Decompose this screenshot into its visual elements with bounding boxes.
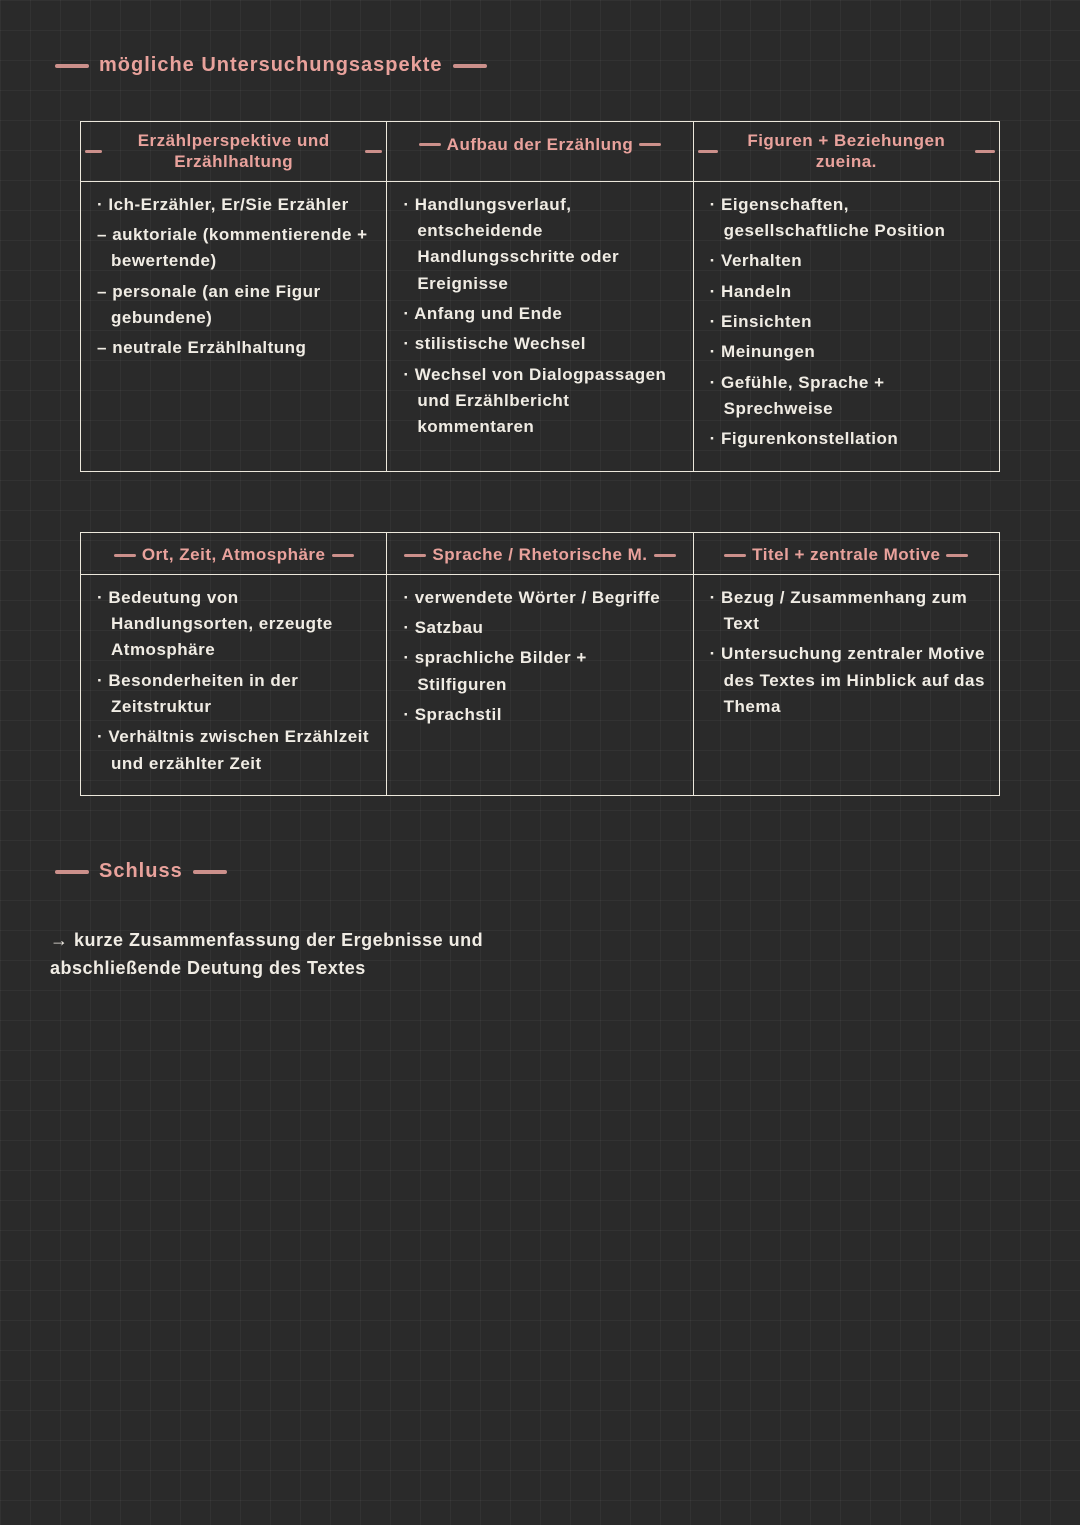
list-item: Handlungsverlauf, entscheidende Handlung…	[403, 192, 680, 297]
t1-header-3: Figuren + Beziehungen zueina.	[693, 122, 999, 182]
t2-cell-1: Bedeutung von Handlungsorten, erzeugte A…	[81, 574, 387, 795]
list-item: Anfang und Ende	[403, 301, 680, 327]
t2-header-3: Titel + zentrale Motive	[693, 532, 999, 574]
list-item: Bezug / Zusammenhang zum Text	[710, 585, 987, 638]
list-item: verwendete Wörter / Begriffe	[403, 585, 680, 611]
list-item: Verhalten	[710, 248, 987, 274]
t2-header-1-text: Ort, Zeit, Atmosphäre	[142, 544, 326, 565]
t1-cell-1: Ich-Erzähler, Er/Sie Erzähler auktoriale…	[81, 181, 387, 471]
decor-bar-right	[193, 870, 227, 874]
decor-bar-left	[55, 64, 89, 68]
section-heading: mögliche Untersuchungsaspekte	[55, 50, 1040, 81]
list-item: Untersuchung zentraler Motive des Textes…	[710, 641, 987, 720]
list-item: Besonderheiten in der Zeitstruktur	[97, 668, 374, 721]
t2-cell-2: verwendete Wörter / Begriffe Satzbau spr…	[387, 574, 693, 795]
t1-cell-2: Handlungsverlauf, entscheidende Handlung…	[387, 181, 693, 471]
list-item: Gefühle, Sprache + Sprechweise	[710, 370, 987, 423]
list-item: Ich-Erzähler, Er/Sie Erzähler	[97, 192, 374, 218]
list-item: stilistische Wechsel	[403, 331, 680, 357]
list-item: Meinungen	[710, 339, 987, 365]
decor-bar-right	[453, 64, 487, 68]
decor-bar-left	[55, 870, 89, 874]
list-item: Sprachstil	[403, 702, 680, 728]
list-item: auktoriale (kommentierende + bewertende)	[97, 222, 374, 275]
list-item: Bedeutung von Handlungsorten, erzeugte A…	[97, 585, 374, 664]
t1-header-1-text: Erzählperspektive und Erzählhaltung	[108, 130, 358, 173]
list-item: personale (an eine Figur gebundene)	[97, 279, 374, 332]
schluss-heading-text: Schluss	[99, 856, 183, 887]
t1-header-2-text: Aufbau der Erzählung	[447, 134, 634, 155]
schluss-heading: Schluss	[55, 856, 1040, 887]
list-item: Handeln	[710, 279, 987, 305]
summary-text: → kurze Zusammenfassung der Ergebnisse u…	[50, 927, 610, 983]
list-item: Satzbau	[403, 615, 680, 641]
t2-header-2: Sprache / Rhetorische M.	[387, 532, 693, 574]
t2-cell-3: Bezug / Zusammenhang zum Text Untersuchu…	[693, 574, 999, 795]
t1-header-2: Aufbau der Erzählung	[387, 122, 693, 182]
list-item: Einsichten	[710, 309, 987, 335]
list-item: Wechsel von Dialogpassagen und Erzählber…	[403, 362, 680, 441]
t1-cell-3: Eigenschaften, gesellschaftliche Positio…	[693, 181, 999, 471]
list-item: Figurenkonstellation	[710, 426, 987, 452]
t2-header-3-text: Titel + zentrale Motive	[752, 544, 940, 565]
list-item: Verhältnis zwischen Erzählzeit und erzäh…	[97, 724, 374, 777]
list-item: sprachliche Bilder + Stilfiguren	[403, 645, 680, 698]
list-item: Eigenschaften, gesellschaftliche Positio…	[710, 192, 987, 245]
list-item: neutrale Erzählhaltung	[97, 335, 374, 361]
t1-header-3-text: Figuren + Beziehungen zueina.	[724, 130, 969, 173]
t1-header-1: Erzählperspektive und Erzählhaltung	[81, 122, 387, 182]
t2-header-1: Ort, Zeit, Atmosphäre	[81, 532, 387, 574]
aspects-table-2: Ort, Zeit, Atmosphäre Sprache / Rhetoris…	[80, 532, 1000, 797]
section-heading-text: mögliche Untersuchungsaspekte	[99, 50, 443, 81]
aspects-table-1: Erzählperspektive und Erzählhaltung Aufb…	[80, 121, 1000, 472]
t2-header-2-text: Sprache / Rhetorische M.	[432, 544, 647, 565]
